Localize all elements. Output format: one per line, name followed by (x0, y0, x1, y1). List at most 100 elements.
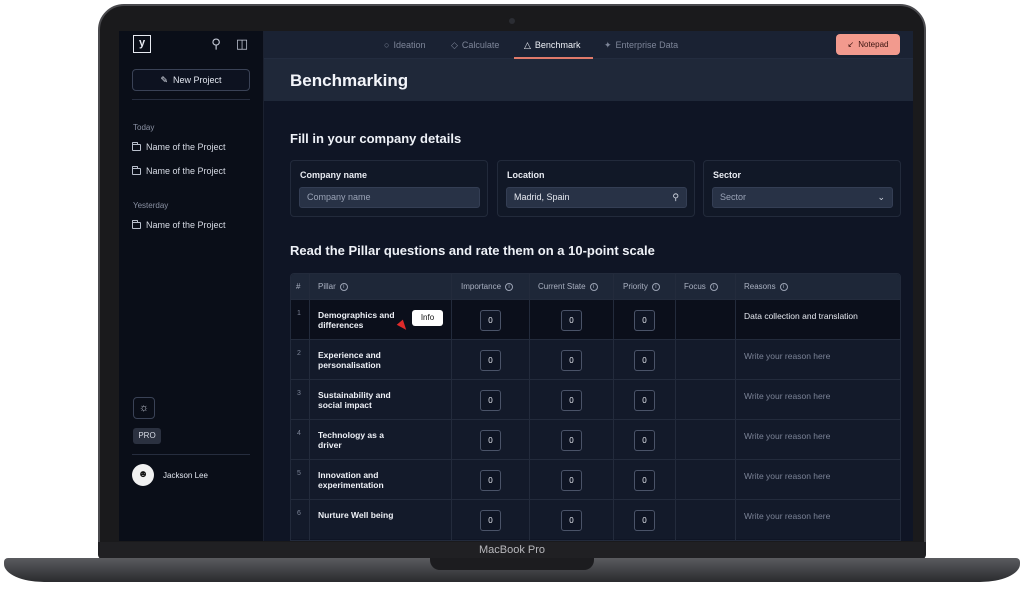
location-card: Location Madrid, Spain ⚲ (497, 160, 695, 217)
current-state-input[interactable]: 0 (561, 350, 582, 371)
project-name: Name of the Project (146, 220, 226, 230)
reason-input[interactable]: Write your reason here (744, 471, 830, 481)
current-state-input[interactable]: 0 (561, 510, 582, 531)
table-row: 4 Technology as a driver 0 0 0 Write your rea… (291, 419, 900, 459)
importance-input[interactable]: 0 (480, 390, 501, 411)
arrow-icon: ↙ (847, 40, 855, 49)
row-number: 2 (297, 350, 301, 357)
current-state-input[interactable]: 0 (561, 310, 582, 331)
header-reasons: Reasons i (744, 274, 788, 299)
table-row: 3 Sustainability and social impact 0 0 0 Writ… (291, 379, 900, 419)
search-icon: ⚲ (672, 192, 679, 202)
column-divider (675, 274, 676, 540)
importance-input[interactable]: 0 (480, 470, 501, 491)
priority-input[interactable]: 0 (634, 510, 655, 531)
info-icon: i (709, 282, 718, 291)
location-label: Location (507, 170, 545, 180)
sidebar-divider (132, 454, 250, 455)
pillar-name: Nurture Well being (318, 510, 394, 520)
laptop-notch (430, 558, 594, 570)
chevron-down-icon: ⌄ (877, 192, 885, 202)
priority-input[interactable]: 0 (634, 470, 655, 491)
info-icon: i (651, 282, 660, 291)
info-icon: i (589, 282, 598, 291)
app-screen: y ⚲ ◫ ✎ New Project Today Name of the Pr… (119, 31, 913, 541)
reason-input[interactable]: Write your reason here (744, 431, 830, 441)
importance-input[interactable]: 0 (480, 510, 501, 531)
reason-input[interactable]: Write your reason here (744, 511, 830, 521)
location-input[interactable]: Madrid, Spain ⚲ (506, 187, 687, 208)
avatar[interactable]: ☻ (132, 464, 154, 486)
priority-input[interactable]: 0 (634, 430, 655, 451)
new-project-label: New Project (173, 75, 222, 85)
column-divider (451, 274, 452, 540)
sidebar-project-item[interactable]: Name of the Project (132, 165, 226, 176)
sector-label: Sector (713, 170, 742, 180)
notepad-button[interactable]: ↙ Notepad (836, 34, 900, 55)
company-name-input[interactable]: Company name (299, 187, 480, 208)
table-title: Read the Pillar questions and rate them … (290, 243, 655, 258)
sidebar-project-item[interactable]: Name of the Project (132, 219, 226, 230)
importance-input[interactable]: 0 (480, 350, 501, 371)
info-button[interactable]: Info (412, 310, 443, 326)
sidebar: y ⚲ ◫ ✎ New Project Today Name of the Pr… (119, 31, 264, 541)
user-name[interactable]: Jackson Lee (163, 471, 208, 480)
company-name-card: Company name Company name (290, 160, 488, 217)
header-focus: Focus i (684, 274, 718, 299)
pillar-name: Innovation and experimentation (318, 470, 384, 490)
main-panel: ○ Ideation ◇ Calculate △ Benchmark ✦ Ent… (264, 31, 913, 541)
details-title: Fill in your company details (290, 131, 462, 146)
pillar-name: Experience and personalisation (318, 350, 381, 370)
tab-ideation[interactable]: ○ Ideation (384, 31, 425, 59)
reason-input[interactable]: Write your reason here (744, 391, 830, 401)
section-today: Today (133, 123, 155, 132)
sidebar-toggle-icon[interactable]: ◫ (234, 36, 250, 52)
priority-input[interactable]: 0 (634, 350, 655, 371)
info-icon: i (505, 282, 514, 291)
pillar-name: Sustainability and social impact (318, 390, 391, 410)
current-state-input[interactable]: 0 (561, 390, 582, 411)
project-name: Name of the Project (146, 142, 226, 152)
search-icon[interactable]: ⚲ (208, 36, 224, 52)
folder-icon (132, 141, 141, 151)
table-header: # Pillar i Importance i Current State i Pri… (291, 274, 900, 299)
priority-input[interactable]: 0 (634, 310, 655, 331)
new-project-button[interactable]: ✎ New Project (132, 69, 250, 91)
header-priority: Priority i (623, 274, 660, 299)
row-number: 4 (297, 430, 301, 437)
sector-select[interactable]: Sector ⌄ (712, 187, 893, 208)
sun-icon[interactable]: ☼ (133, 397, 155, 419)
header-pillar: Pillar i (318, 274, 348, 299)
header-importance: Importance i (461, 274, 514, 299)
logo-icon[interactable]: y (133, 35, 151, 53)
current-state-input[interactable]: 0 (561, 470, 582, 491)
pencil-icon: ✎ (160, 74, 169, 85)
sector-card: Sector Sector ⌄ (703, 160, 901, 217)
tab-enterprise-data[interactable]: ✦ Enterprise Data (604, 31, 678, 59)
sparkle-icon: ✦ (604, 39, 612, 50)
importance-input[interactable]: 0 (480, 310, 501, 331)
table-row: 2 Experience and personalisation 0 0 0 Write … (291, 339, 900, 379)
pillar-name: Demographics and differences (318, 310, 395, 330)
page-title: Benchmarking (290, 71, 409, 90)
project-name: Name of the Project (146, 166, 226, 176)
column-divider (529, 274, 530, 540)
bulb-icon: ○ (384, 40, 390, 50)
tab-calculate[interactable]: ◇ Calculate (451, 31, 499, 59)
flame-icon: △ (524, 39, 531, 50)
sidebar-project-item[interactable]: Name of the Project (132, 141, 226, 152)
column-divider (613, 274, 614, 540)
info-icon: i (339, 282, 348, 291)
current-state-input[interactable]: 0 (561, 430, 582, 451)
reason-input[interactable]: Data collection and translation (744, 311, 858, 321)
pro-badge: PRO (133, 428, 161, 444)
diamond-icon: ◇ (451, 39, 458, 50)
priority-input[interactable]: 0 (634, 390, 655, 411)
tab-benchmark[interactable]: △ Benchmark (524, 31, 580, 59)
reason-input[interactable]: Write your reason here (744, 351, 830, 361)
table-row: 6 Nurture Well being 0 0 0 Write your reason … (291, 499, 900, 539)
top-tab-bar: ○ Ideation ◇ Calculate △ Benchmark ✦ Ent… (264, 31, 913, 59)
column-divider (309, 274, 310, 540)
row-number: 6 (297, 510, 301, 517)
importance-input[interactable]: 0 (480, 430, 501, 451)
